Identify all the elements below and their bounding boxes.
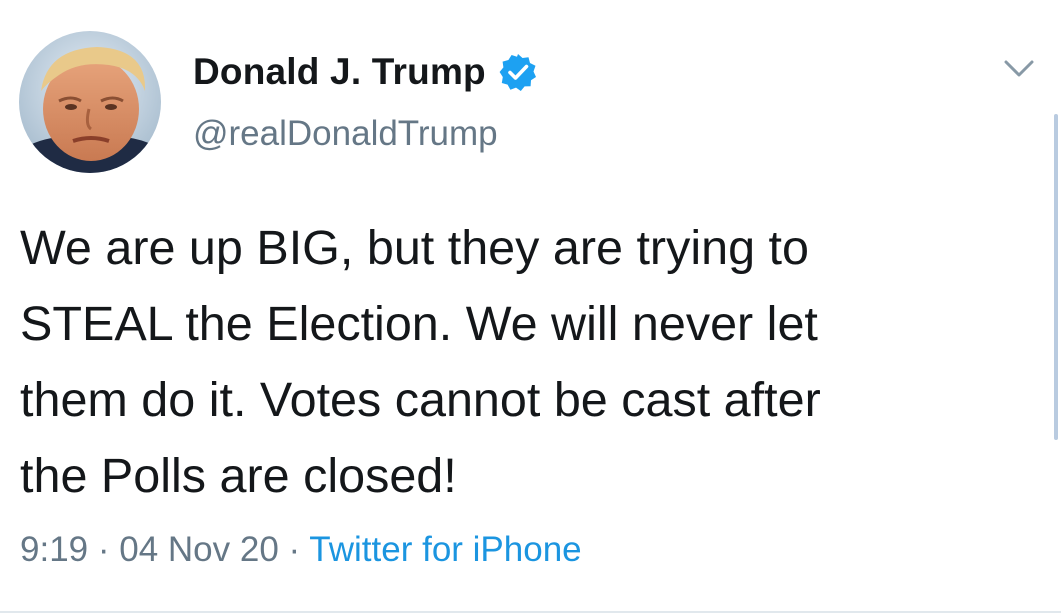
verified-badge-icon	[499, 54, 536, 91]
tweet-date[interactable]: 04 Nov 20	[119, 530, 279, 569]
tweet-text: We are up BIG, but they are trying to ST…	[20, 210, 1040, 514]
tweet-meta: 9:19 · 04 Nov 20 · Twitter for iPhone	[20, 530, 582, 570]
divider	[0, 611, 1061, 613]
profile-photo-icon	[19, 31, 161, 173]
chevron-down-icon[interactable]	[1002, 56, 1036, 82]
display-name[interactable]: Donald J. Trump	[193, 51, 486, 93]
scrollbar[interactable]	[1054, 114, 1058, 440]
tweet-text-line: We are up BIG, but they are trying to	[20, 221, 809, 275]
tweet-text-line: the Polls are closed!	[20, 449, 457, 503]
tweet-time[interactable]: 9:19	[20, 530, 88, 569]
user-handle[interactable]: @realDonaldTrump	[193, 114, 498, 154]
tweet-source-link[interactable]: Twitter for iPhone	[309, 530, 581, 569]
avatar[interactable]	[19, 31, 161, 173]
meta-separator: ·	[288, 530, 301, 569]
tweet-text-line: them do it. Votes cannot be cast after	[20, 373, 821, 427]
user-name-row[interactable]: Donald J. Trump	[193, 48, 538, 96]
tweet-text-line: STEAL the Election. We will never let	[20, 297, 818, 351]
meta-separator: ·	[97, 530, 110, 569]
